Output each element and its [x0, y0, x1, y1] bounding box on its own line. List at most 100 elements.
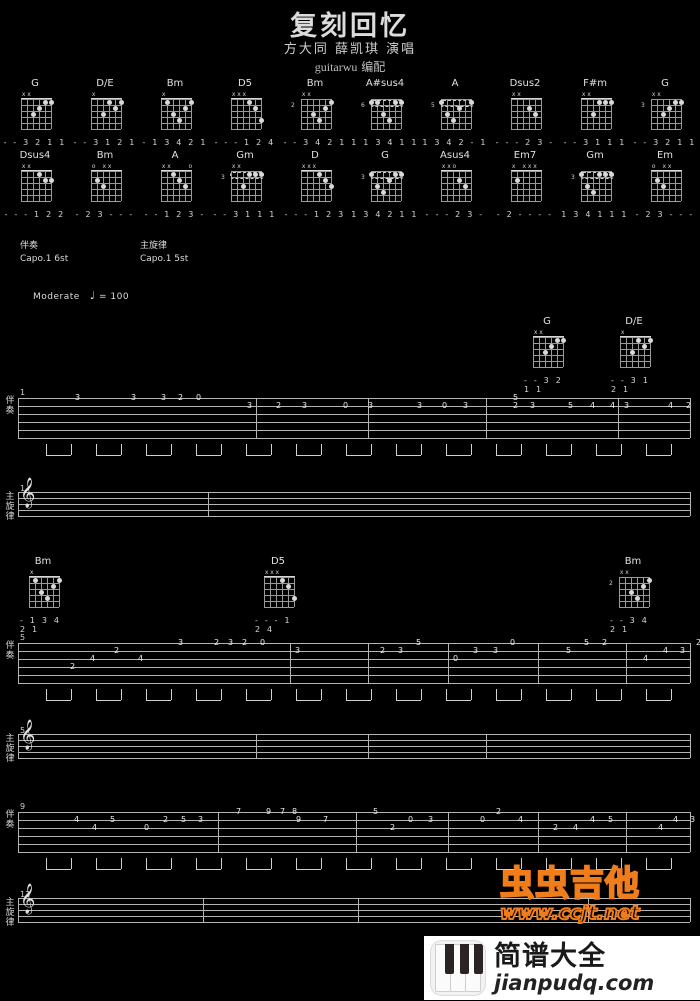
rhythm-beam [496, 700, 521, 701]
fingering-row: - - - 2 3 - [495, 138, 555, 147]
barline [18, 734, 19, 758]
tab-fret-number: 0 [480, 815, 486, 824]
finger-dot [253, 106, 258, 111]
finger-dot [648, 338, 653, 343]
tab-fret-number: 2 [553, 823, 559, 832]
tab-fret-number: 2 [163, 815, 169, 824]
finger-dot [49, 100, 54, 105]
string-markers: xxo [441, 163, 457, 170]
finger-dot [561, 338, 566, 343]
staff-line [18, 414, 690, 415]
chord-grid: xx [502, 91, 548, 137]
finger-dot [311, 112, 316, 117]
rhythm-stem [96, 689, 97, 700]
rhythm-stem [421, 689, 422, 700]
string-markers: xx [21, 163, 31, 170]
tab-fret-number: 3 [493, 646, 499, 655]
melody-capo-block: 主旋律 Capo.1 5st [140, 240, 188, 266]
chord-name: Bm [306, 78, 324, 89]
rhythm-stem [221, 858, 222, 869]
system-label: 主 旋 律 [5, 734, 15, 764]
finger-dot [43, 178, 48, 183]
finger-dot [549, 344, 554, 349]
string-markers: oxx [91, 163, 112, 170]
tab-fret-number: 2 [602, 638, 608, 647]
string-markers: xxx [231, 91, 247, 98]
rhythm-stem [271, 444, 272, 455]
system-label: 伴 奏 [5, 396, 15, 416]
watermark-ccjt: 虫虫吉他 www.ccjt.net [499, 856, 698, 926]
tab-fret-number: 0 [144, 823, 150, 832]
finger-dot [317, 118, 322, 123]
string-markers [441, 91, 473, 98]
tab-fret-number: 2 [513, 401, 519, 410]
finger-dot [661, 184, 666, 189]
barline [690, 734, 691, 758]
staff-line [18, 516, 690, 517]
chord-diagram-em7: Em7 x x x x - 2 - - - - [490, 150, 560, 219]
chord-grid: xxo [432, 163, 478, 209]
chord-grid: xxx [222, 91, 268, 137]
chord-name: D/E [625, 316, 643, 327]
tab-fret-number: 4 [673, 815, 679, 824]
chord-diagram-d5: D5 x x x - - - 1 2 4 [210, 78, 280, 147]
tab-fret-number: 4 [90, 654, 96, 663]
string-markers: xx [651, 91, 661, 98]
chord-diagram-g: Gxx - - 3 2 1 1 [0, 78, 70, 147]
rhythm-beam [146, 700, 171, 701]
rhythm-stem [371, 444, 372, 455]
chord-name: Bm [624, 556, 642, 567]
fret-position-label: 3 [221, 174, 225, 181]
finger-dot [439, 100, 444, 105]
chord-grid: xx [12, 163, 58, 209]
rhythm-stem [321, 858, 322, 869]
rhythm-stem [196, 689, 197, 700]
tab-fret-number: 3 [161, 393, 167, 402]
measure-number: 5 [20, 633, 26, 642]
rhythm-stem [621, 444, 622, 455]
tab-fret-number: 5 [373, 807, 379, 816]
rhythm-beam [596, 455, 621, 456]
staff-line [18, 740, 690, 741]
rhythm-stem [346, 444, 347, 455]
rhythm-beam [196, 700, 221, 701]
jianpudq-cn: 简谱大全 [494, 940, 606, 972]
tab-fret-number: 2 [686, 401, 692, 410]
rhythm-stem [496, 858, 497, 869]
rhythm-stem [171, 689, 172, 700]
tab-fret-number: 0 [196, 393, 202, 402]
rhythm-stem [296, 689, 297, 700]
chord-name: Em7 [513, 150, 537, 161]
rhythm-stem [171, 858, 172, 869]
tab-fret-number: 2 [242, 638, 248, 647]
rhythm-stem [496, 444, 497, 455]
staff-system: 伴 奏5242432320323503305524432 [0, 633, 700, 703]
chord-name: G [381, 150, 389, 161]
finger-dot [253, 172, 258, 177]
finger-dot [387, 118, 392, 123]
tempo-marking: Moderate ♩ = 100 [33, 289, 129, 302]
chord-grid: x [20, 569, 66, 615]
rhythm-beam [646, 455, 671, 456]
chord-diagram-de: D/E x - - 3 1 2 1 [70, 78, 140, 147]
rhythm-stem [671, 444, 672, 455]
rhythm-beam [396, 455, 421, 456]
finger-dot [591, 112, 596, 117]
fingering-row: - 2 3 - - - [75, 210, 135, 219]
tab-fret-number: 4 [74, 815, 80, 824]
rhythm-stem [571, 689, 572, 700]
barline [626, 812, 627, 852]
chord-name: F#m [583, 78, 607, 89]
rhythm-stem [121, 858, 122, 869]
chord-grid: xxx [255, 569, 301, 615]
rhythm-beam [296, 869, 321, 870]
watermark-ccjt-url: www.ccjt.net [499, 901, 641, 925]
finger-dot [647, 578, 652, 583]
finger-dot [399, 100, 404, 105]
chord-name: Gm [586, 150, 604, 161]
finger-dot [292, 596, 297, 601]
tab-fret-number: 4 [663, 646, 669, 655]
string-markers: oxx [651, 163, 672, 170]
finger-dot [119, 100, 124, 105]
treble-clef-icon: 𝄞 [20, 884, 36, 914]
